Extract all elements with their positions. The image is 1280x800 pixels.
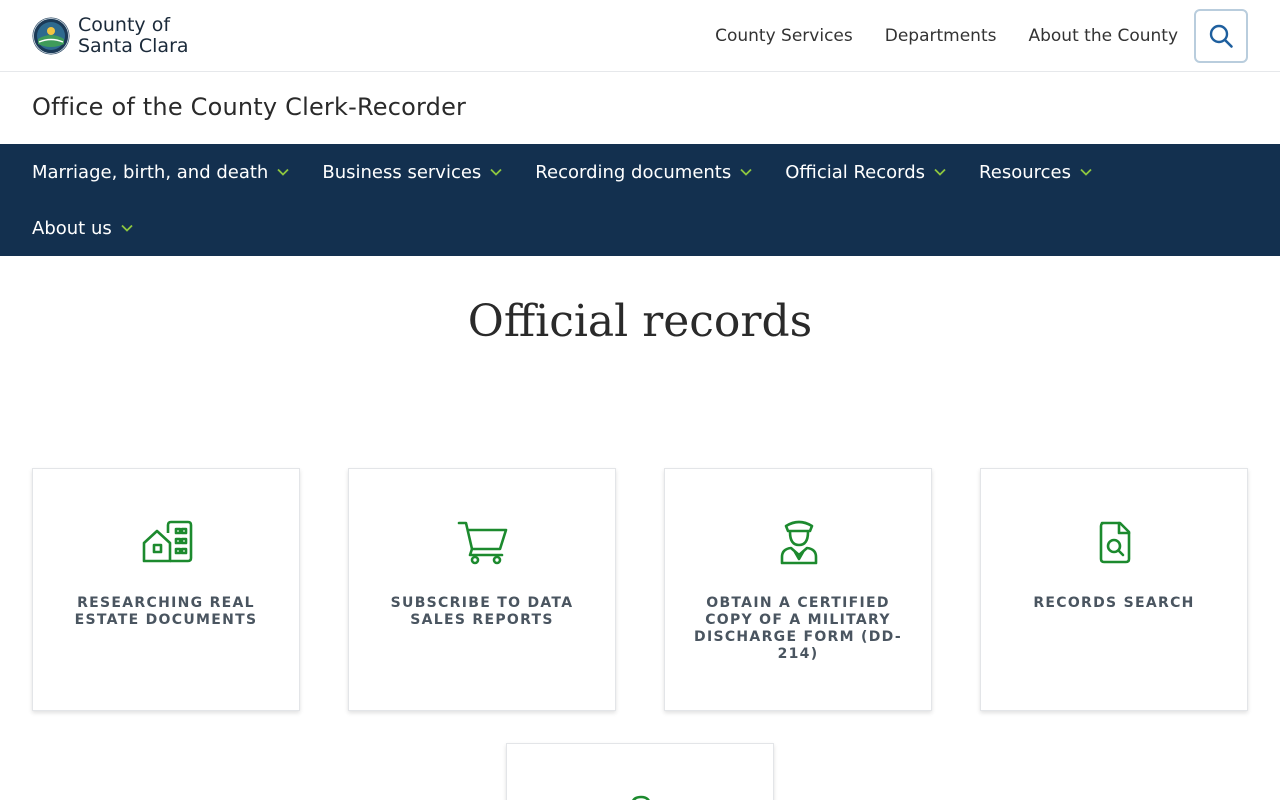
top-navigation: County Services Departments About the Co…	[715, 9, 1248, 63]
office-title-bar: Office of the County Clerk-Recorder	[0, 73, 1280, 144]
main-nav-recording-documents[interactable]: Recording documents	[535, 162, 753, 183]
county-logo[interactable]: County of Santa Clara	[32, 14, 189, 58]
card-records-search[interactable]: Records search	[980, 468, 1248, 711]
chevron-down-icon	[1080, 168, 1092, 176]
shopping-cart-icon	[457, 521, 508, 565]
card-label: Subscribe to data sales reports	[390, 595, 574, 628]
chevron-down-icon	[490, 168, 502, 176]
main-nav-label: Official Records	[785, 161, 926, 183]
card-military-discharge-form[interactable]: Obtain a certified copy of a military di…	[664, 468, 932, 711]
card-subscribe-data-sales[interactable]: Subscribe to data sales reports	[348, 468, 616, 711]
military-person-icon	[780, 520, 818, 565]
card-location[interactable]	[506, 743, 774, 800]
main-nav-row: About us	[32, 200, 166, 256]
card-label: Obtain a certified copy of a military di…	[694, 595, 902, 662]
page-title: Official records	[467, 296, 813, 347]
logo-line-2: Santa Clara	[78, 35, 189, 57]
main-nav-business-services[interactable]: Business services	[322, 162, 503, 183]
buildings-icon	[142, 520, 193, 563]
chevron-down-icon	[934, 168, 946, 176]
main-nav-resources[interactable]: Resources	[979, 162, 1093, 183]
nav-about-the-county[interactable]: About the County	[1028, 9, 1178, 63]
main-nav-about-us[interactable]: About us	[32, 218, 134, 239]
card-label: Records search	[1033, 595, 1195, 611]
office-title[interactable]: Office of the County Clerk-Recorder	[32, 93, 466, 121]
main-nav-label: Resources	[979, 161, 1071, 183]
nav-departments[interactable]: Departments	[885, 9, 997, 63]
logo-line-1: County of	[78, 14, 171, 36]
main-nav-label: About us	[32, 217, 112, 239]
logo-text: County of Santa Clara	[78, 15, 189, 57]
chevron-down-icon	[121, 224, 133, 232]
main-navigation: Marriage, birth, and death Business serv…	[0, 144, 1280, 256]
main-nav-label: Business services	[322, 161, 482, 183]
card-researching-real-estate[interactable]: Researching real estate documents	[32, 468, 300, 711]
chevron-down-icon	[277, 168, 289, 176]
card-label: Researching real estate documents	[74, 595, 258, 628]
search-button[interactable]	[1194, 9, 1248, 63]
main-nav-official-records[interactable]: Official Records	[785, 162, 947, 183]
main-nav-label: Marriage, birth, and death	[32, 161, 269, 183]
chevron-down-icon	[740, 168, 752, 176]
main-nav-marriage-birth-death[interactable]: Marriage, birth, and death	[32, 162, 290, 183]
location-pin-icon	[632, 795, 650, 800]
search-icon	[1209, 24, 1233, 48]
document-search-icon	[1099, 521, 1131, 564]
site-header: County of Santa Clara County Services De…	[0, 0, 1280, 72]
county-seal-icon	[32, 17, 70, 55]
main-nav-label: Recording documents	[535, 161, 732, 183]
nav-county-services[interactable]: County Services	[715, 9, 853, 63]
main-nav-row: Marriage, birth, and death Business serv…	[32, 144, 1125, 200]
